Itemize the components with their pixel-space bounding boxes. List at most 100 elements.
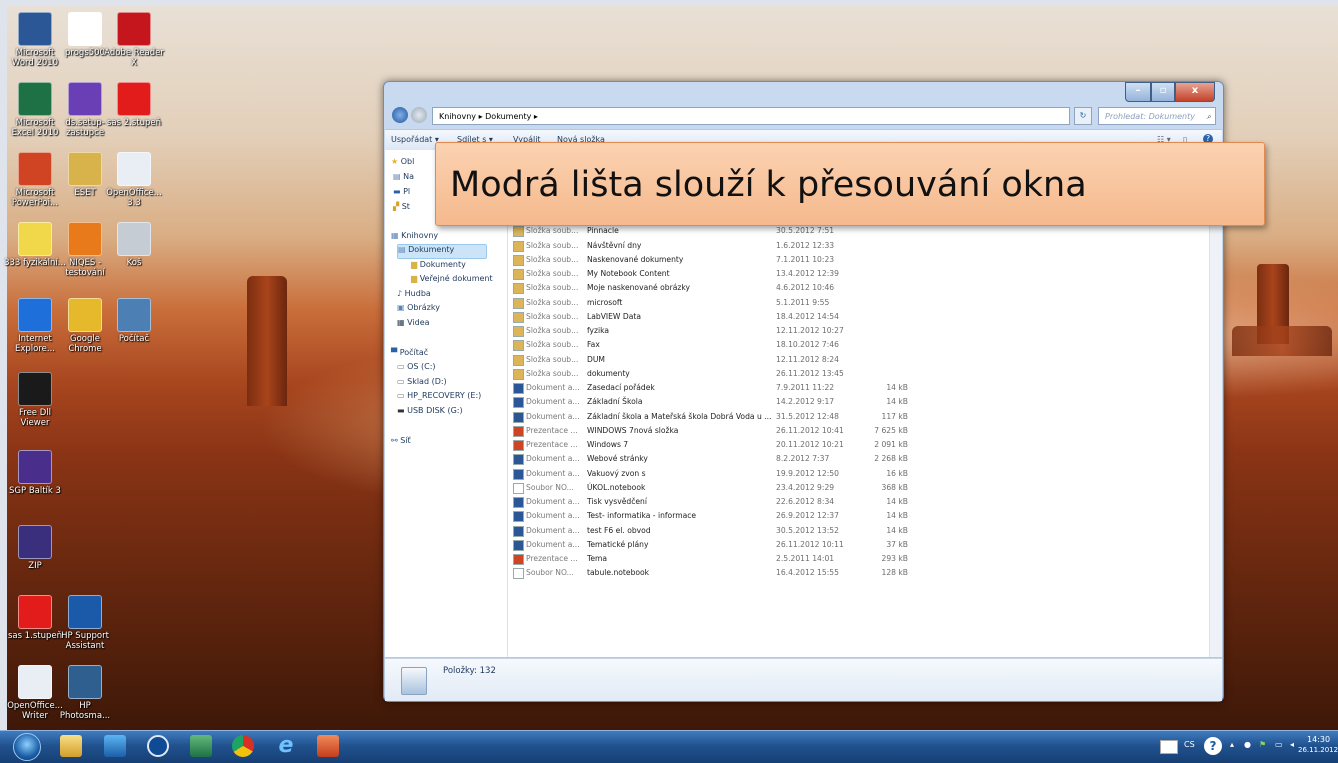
organize-button[interactable]: Uspořádat ▾	[391, 135, 439, 144]
chrome-icon	[68, 298, 102, 332]
language-indicator[interactable]: CS	[1184, 740, 1195, 749]
desktop-shortcut[interactable]: ZIP	[4, 525, 66, 571]
file-type: Složka soub...	[526, 311, 579, 321]
desktop-shortcut[interactable]: Adobe Reader X	[103, 12, 165, 68]
tray-volume-icon[interactable]: ◂	[1290, 740, 1294, 749]
desktop-shortcut[interactable]: sas 2.stupeň	[103, 82, 165, 128]
search-placeholder: Prohledat: Dokumenty	[1105, 112, 1195, 121]
file-row[interactable]: Dokument a... Tisk vysvědčení 22.6.2012 8:…	[508, 496, 1208, 509]
file-row[interactable]: Složka soub... dokumenty 26.11.2012 13:45	[508, 368, 1208, 381]
taskbar-hp-icon[interactable]	[147, 735, 169, 757]
tray-security-icon[interactable]: ●	[1244, 740, 1251, 749]
taskbar-media-player-icon[interactable]	[104, 735, 126, 757]
file-row[interactable]: Dokument a... Základní škola a Mateřská š…	[508, 411, 1208, 424]
tray-network-icon[interactable]: ▭	[1275, 740, 1283, 749]
address-breadcrumb[interactable]: Knihovny ▸ Dokumenty ▸	[439, 112, 538, 121]
nav-favorites[interactable]: ★ Obl	[391, 157, 414, 166]
file-row[interactable]: Dokument a... Tematické plány 26.11.2012 1…	[508, 539, 1208, 552]
nav-drive-d[interactable]: ▭ Sklad (D:)	[397, 377, 447, 386]
file-row[interactable]: Složka soub... Naskenované dokumenty 7.1.2…	[508, 254, 1208, 267]
file-date: 26.9.2012 12:37	[776, 511, 839, 521]
file-type: Složka soub...	[526, 354, 579, 364]
forward-button[interactable]	[411, 107, 427, 123]
desktop-shortcut[interactable]: Koš	[103, 222, 165, 268]
file-row[interactable]: Soubor NO... ÚKOL.notebook 23.4.2012 9:29 3…	[508, 482, 1208, 495]
file-row[interactable]: Dokument a... test F6 el. obvod 30.5.2012 …	[508, 525, 1208, 538]
nav-music[interactable]: ♪ Hudba	[397, 289, 431, 298]
vertical-scrollbar[interactable]	[1209, 150, 1222, 657]
nav-network[interactable]: ⚯ Síť	[391, 436, 411, 445]
file-name: Pinnacle	[587, 226, 619, 236]
file-row[interactable]: Složka soub... LabVIEW Data 18.4.2012 14:5…	[508, 311, 1208, 324]
drive-icon: ▭	[397, 377, 405, 386]
folder-icon	[513, 326, 524, 337]
nav-favorite-item[interactable]: ▞ St	[393, 202, 410, 211]
tray-flag-icon[interactable]: ⚑	[1259, 740, 1266, 749]
taskbar-internet-explorer-icon[interactable]: e	[275, 735, 297, 757]
nav-documents-sub[interactable]: ▆ Dokumenty	[411, 260, 466, 269]
back-button[interactable]	[392, 107, 408, 123]
file-date: 12.11.2012 8:24	[776, 354, 839, 364]
file-row[interactable]: Prezentace ... Tema 2.5.2011 14:01 293 kB	[508, 553, 1208, 566]
nav-drive-e[interactable]: ▭ HP_RECOVERY (E:)	[397, 391, 481, 400]
tray-help-icon[interactable]: ?	[1204, 737, 1222, 755]
file-row[interactable]: Dokument a... Webové stránky 8.2.2012 7:37…	[508, 453, 1208, 466]
word-document-icon	[513, 525, 524, 537]
start-button[interactable]	[13, 733, 41, 761]
file-row[interactable]: Dokument a... Test- informatika - informa…	[508, 510, 1208, 523]
nav-documents-selected[interactable]: ▤ Dokumenty	[397, 244, 487, 259]
taskbar-excel-icon[interactable]	[190, 735, 212, 757]
nav-pictures[interactable]: ▣ Obrázky	[397, 303, 440, 312]
file-row[interactable]: Složka soub... Pinnacle 30.5.2012 7:51	[508, 225, 1208, 238]
file-row[interactable]: Složka soub... microsoft 5.1.2011 9:55	[508, 297, 1208, 310]
maximize-button[interactable]: ▫	[1151, 82, 1175, 102]
file-row[interactable]: Prezentace ... Windows 7 20.11.2012 10:21 2…	[508, 439, 1208, 452]
nav-public-documents[interactable]: ▆ Veřejné dokument	[411, 274, 493, 283]
file-type: Prezentace ...	[526, 425, 578, 435]
close-button[interactable]: x	[1175, 82, 1215, 102]
file-row[interactable]: Složka soub... My Notebook Content 13.4.20…	[508, 268, 1208, 281]
desktop-shortcut[interactable]: HP Support Assistant	[54, 595, 116, 651]
desktop-shortcut[interactable]: HP Photosma...	[54, 665, 116, 721]
desktop-shortcut[interactable]: OpenOffice... 3.3	[103, 152, 165, 208]
nav-drive-g[interactable]: ▬ USB DISK (G:)	[397, 406, 463, 415]
file-row[interactable]: Dokument a... Vakuový zvon s 19.9.2012 12:…	[508, 468, 1208, 481]
file-row[interactable]: Složka soub... fyzika 12.11.2012 10:27	[508, 325, 1208, 338]
address-bar[interactable]: Knihovny ▸ Dokumenty ▸	[432, 107, 1070, 125]
nav-computer[interactable]: ▀ Počítač	[391, 348, 428, 357]
file-row[interactable]: Složka soub... Fax 18.10.2012 7:46	[508, 339, 1208, 352]
nav-videos[interactable]: ▦ Videa	[397, 318, 430, 327]
file-name: Základní škola a Mateřská škola Dobrá Vo…	[587, 411, 772, 421]
file-row[interactable]: Dokument a... Základní Škola 14.2.2012 9:1…	[508, 396, 1208, 409]
presentation-icon	[513, 440, 524, 451]
desktop-shortcut[interactable]: Počítač	[103, 298, 165, 344]
file-row[interactable]: Složka soub... DUM 12.11.2012 8:24	[508, 354, 1208, 367]
file-row[interactable]: Dokument a... Zasedací pořádek 7.9.2011 11…	[508, 382, 1208, 395]
file-row[interactable]: Složka soub... Návštěvní dny 1.6.2012 12:3…	[508, 240, 1208, 253]
file-row[interactable]: Složka soub... Moje naskenované obrázky 4.…	[508, 282, 1208, 295]
minimize-button[interactable]: –	[1125, 82, 1151, 102]
file-name: My Notebook Content	[587, 269, 670, 278]
nav-libraries[interactable]: ▦ Knihovny	[391, 231, 438, 240]
clock-date[interactable]: 26.11.2012	[1298, 746, 1338, 754]
desktop-shortcut[interactable]: Free Dll Viewer	[4, 372, 66, 428]
clock-time[interactable]: 14:30	[1307, 735, 1330, 744]
file-date: 14.2.2012 9:17	[776, 397, 835, 407]
taskbar-explorer-icon[interactable]	[60, 735, 82, 757]
desktop-shortcut[interactable]: SGP Baltík 3	[4, 450, 66, 496]
nav-favorite-item[interactable]: ▤ Na	[393, 172, 414, 181]
taskbar-powerpoint-icon[interactable]	[317, 735, 339, 757]
file-row[interactable]: Prezentace ... WINDOWS 7nová složka 26.11.…	[508, 425, 1208, 438]
nav-drive-c[interactable]: ▭ OS (C:)	[397, 362, 436, 371]
tray-action-center-icon[interactable]	[1160, 740, 1178, 754]
folder-icon	[513, 226, 524, 238]
taskbar-chrome-icon[interactable]	[232, 735, 254, 757]
search-input[interactable]: Prohledat: Dokumenty ⌕	[1098, 107, 1216, 125]
file-row[interactable]: Soubor NO... tabule.notebook 16.4.2012 15:…	[508, 567, 1208, 580]
refresh-button[interactable]: ↻	[1074, 107, 1092, 125]
file-date: 30.5.2012 7:51	[776, 226, 835, 236]
tray-expand-icon[interactable]: ▴	[1230, 740, 1234, 749]
taskbar: e CS ? ▴ ● ⚑ ▭ ◂ 14:30 26.11.2012	[0, 730, 1338, 763]
nav-favorite-item[interactable]: ▬ Pl	[393, 187, 410, 196]
file-size: 37 kB	[886, 539, 908, 549]
